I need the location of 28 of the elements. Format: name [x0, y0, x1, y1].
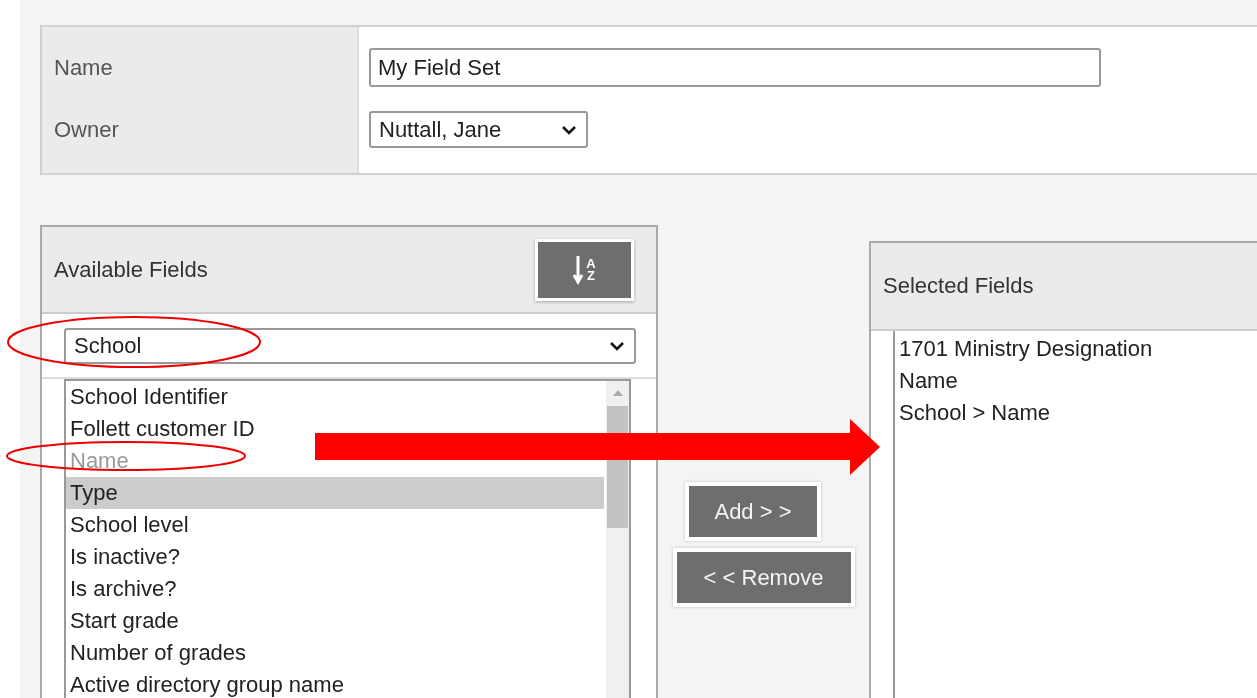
sort-button[interactable]: A Z — [535, 238, 634, 301]
scroll-up-icon[interactable] — [611, 389, 624, 396]
owner-select[interactable]: Nuttall, Jane — [369, 111, 588, 148]
panel-title: Available Fields — [54, 256, 208, 283]
field-option[interactable]: School > Name — [895, 397, 1257, 429]
field-option[interactable]: Start grade — [70, 605, 179, 637]
field-option[interactable]: Name — [895, 365, 1257, 397]
scrollbar[interactable] — [606, 381, 629, 698]
selected-row-highlight[interactable]: Type — [66, 477, 604, 509]
field-option[interactable]: Type — [70, 477, 118, 509]
field-label: Name — [54, 54, 114, 82]
field-option[interactable]: Number of grades — [70, 637, 247, 669]
chevron-down-icon — [561, 124, 577, 135]
field-label: Owner — [54, 116, 120, 144]
field-option[interactable]: Is archive? — [70, 573, 177, 605]
chevron-down-icon — [609, 340, 625, 351]
remove-button[interactable]: < < Remove — [672, 548, 855, 607]
field-option[interactable]: Follett customer ID — [70, 413, 255, 445]
add-button[interactable]: Add > > — [685, 482, 821, 541]
field-option[interactable]: Active directory group name — [70, 669, 344, 698]
field-option[interactable]: School level — [70, 509, 189, 541]
name-input[interactable]: My Field Set — [369, 48, 1101, 87]
field-option[interactable]: 1701 Ministry Designation — [895, 333, 1257, 365]
field-option[interactable]: Is inactive? — [70, 541, 181, 573]
panel-title: Selected Fields — [883, 273, 1034, 299]
table-select[interactable]: School — [64, 327, 636, 364]
field-option[interactable]: School Identifier — [70, 381, 228, 413]
arrow-down-icon — [573, 254, 584, 285]
